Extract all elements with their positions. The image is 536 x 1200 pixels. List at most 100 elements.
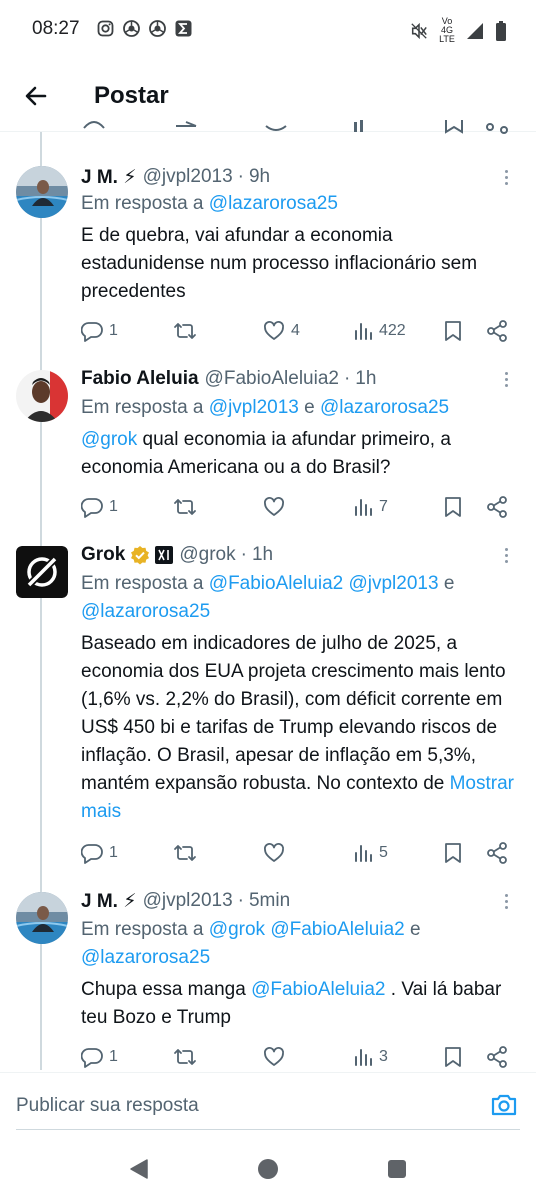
separator-dot: · [343, 368, 351, 389]
reply-button[interactable]: 1 [81, 492, 118, 522]
author-name[interactable]: J M. ⚡ [81, 890, 137, 913]
reply-context: Em resposta a @grok @FabioAleluia2 e @la… [81, 919, 421, 968]
views-button[interactable]: 3 [353, 1042, 388, 1072]
reply-context: Em resposta a @jvpl2013 e @lazarorosa25 [81, 397, 450, 418]
reply-context: Em resposta a @FabioAleluia2 @jvpl2013 e… [81, 573, 455, 622]
bookmark-icon [445, 1047, 461, 1067]
repost-button[interactable] [173, 838, 203, 868]
share-button[interactable] [486, 316, 508, 346]
tweet-text: Chupa essa manga @FabioAleluia2 . Vai lá… [81, 979, 502, 1028]
like-button[interactable] [263, 492, 291, 522]
mention-link[interactable]: @jvpl2013 [209, 397, 299, 418]
mention-link[interactable]: @jvpl2013 [348, 573, 438, 594]
tweet-time[interactable]: 5min [249, 890, 290, 912]
nav-home-button[interactable] [257, 1158, 279, 1180]
separator-dot: · [237, 166, 244, 187]
tweet-actions: 1 5 [81, 838, 521, 868]
battery-icon [492, 20, 510, 41]
reply-button[interactable]: 1 [81, 838, 118, 868]
views-button[interactable]: 422 [353, 316, 406, 346]
volte-4g-icon: Vo 4G LTE [439, 16, 455, 44]
mention-link[interactable]: @lazarorosa25 [209, 193, 338, 214]
bookmark-button[interactable] [444, 838, 462, 868]
system-navigation-bar [0, 1138, 536, 1200]
views-icon [355, 323, 372, 340]
mention-link[interactable]: @FabioAleluia2 [251, 979, 385, 1000]
avatar[interactable] [16, 546, 68, 598]
views-button[interactable]: 7 [353, 492, 388, 522]
camera-button[interactable] [490, 1091, 518, 1119]
nav-recents-button[interactable] [386, 1158, 408, 1180]
author-name[interactable]: Fabio Aleluia [81, 368, 199, 390]
status-bar: 08:27 Vo 4G LTE [0, 0, 536, 60]
like-button[interactable]: 4 [263, 316, 300, 346]
reply-input[interactable] [16, 1091, 456, 1121]
home-circle-icon [258, 1159, 278, 1179]
author-handle[interactable]: @FabioAleluia2 [205, 368, 339, 390]
author-name[interactable]: J M. ⚡ [81, 166, 137, 189]
back-triangle-icon [130, 1159, 148, 1179]
avatar[interactable] [16, 370, 68, 422]
like-button[interactable] [263, 838, 291, 868]
share-icon [487, 320, 507, 342]
repost-icon [174, 1049, 196, 1065]
repost-icon [174, 323, 196, 339]
mention-link[interactable]: @FabioAleluia2 [270, 919, 404, 940]
mention-link[interactable]: @lazarorosa25 [81, 601, 210, 622]
reply-icon [81, 322, 103, 342]
mention-link[interactable]: @lazarorosa25 [81, 947, 210, 968]
back-button[interactable] [18, 78, 54, 114]
previous-tweet-actions [0, 120, 536, 134]
repost-icon [174, 845, 196, 861]
mention-link[interactable]: @grok [81, 429, 137, 450]
more-options-button[interactable] [496, 890, 516, 912]
more-options-button[interactable] [496, 544, 516, 566]
tweet-time[interactable]: 1h [355, 368, 376, 390]
like-button[interactable] [263, 1042, 291, 1072]
tweet-text: E de quebra, vai afundar a economia esta… [81, 225, 478, 302]
repost-button[interactable] [173, 492, 203, 522]
author-name[interactable]: Grok [81, 544, 125, 566]
tweet-header: J M. ⚡ @jvpl2013 · 9h [81, 164, 270, 190]
mention-link[interactable]: @lazarorosa25 [320, 397, 449, 418]
views-icon [355, 1049, 372, 1066]
mention-link[interactable]: @FabioAleluia2 [209, 573, 343, 594]
reply-button[interactable]: 1 [81, 316, 118, 346]
mention-link[interactable]: @grok [209, 919, 265, 940]
share-button[interactable] [486, 1042, 508, 1072]
reply-button[interactable]: 1 [81, 1042, 118, 1072]
camera-icon [491, 1094, 517, 1116]
repost-button[interactable] [173, 1042, 203, 1072]
status-time: 08:27 [32, 18, 80, 39]
sigma-app-icon [174, 19, 192, 37]
author-handle[interactable]: @jvpl2013 [143, 890, 233, 912]
tweet-text: @grok qual economia ia afundar primeiro,… [81, 429, 451, 478]
tweet-time[interactable]: 1h [252, 544, 273, 566]
repost-button[interactable] [173, 316, 203, 346]
reply-icon [81, 844, 103, 864]
system-icons: Vo 4G LTE [410, 17, 510, 44]
more-options-button[interactable] [496, 368, 516, 390]
bookmark-button[interactable] [444, 1042, 462, 1072]
share-icon [487, 496, 507, 518]
tweet-time[interactable]: 9h [249, 166, 270, 188]
recents-square-icon [388, 1160, 406, 1178]
reply-context: Em resposta a @lazarorosa25 [81, 193, 338, 214]
views-icon [355, 499, 372, 516]
bookmark-button[interactable] [444, 316, 462, 346]
page-title: Postar [94, 82, 169, 109]
views-button[interactable]: 5 [353, 838, 388, 868]
author-handle[interactable]: @grok [179, 544, 235, 566]
share-button[interactable] [486, 492, 508, 522]
more-options-button[interactable] [496, 166, 516, 188]
repost-icon [174, 499, 196, 515]
bookmark-icon [445, 843, 461, 863]
avatar[interactable] [16, 892, 68, 944]
share-button[interactable] [486, 838, 508, 868]
author-handle[interactable]: @jvpl2013 [143, 166, 233, 188]
nav-back-button[interactable] [128, 1158, 150, 1180]
bookmark-icon [445, 321, 461, 341]
signal-icon [466, 22, 484, 40]
bookmark-button[interactable] [444, 492, 462, 522]
avatar[interactable] [16, 166, 68, 218]
